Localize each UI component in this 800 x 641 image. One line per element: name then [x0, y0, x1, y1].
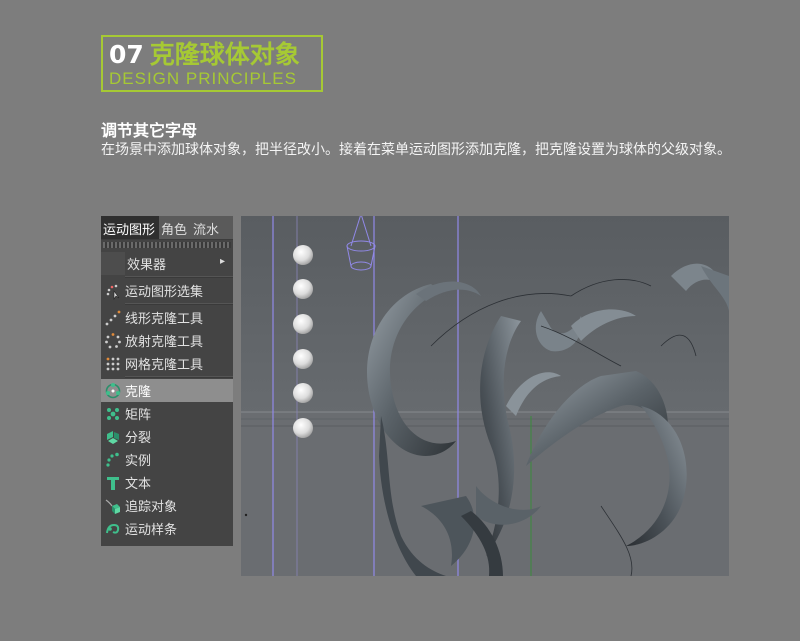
menu-item-label: 放射克隆工具: [125, 335, 204, 350]
text-icon: [101, 471, 125, 494]
menu-item-effectors[interactable]: 效果器 ▸: [101, 252, 233, 275]
menu-item-label: 追踪对象: [125, 500, 178, 515]
menu-item-mospline[interactable]: 运动样条: [101, 517, 233, 540]
menu-item-cloner[interactable]: 克隆: [101, 379, 233, 402]
radial-clone-icon: [101, 329, 125, 352]
menu-item-label: 运动图形选集: [125, 285, 204, 300]
3d-viewport[interactable]: [241, 216, 729, 576]
tracer-icon: [101, 494, 125, 517]
menu-separator: [125, 376, 233, 378]
mograph-selection-icon: [101, 279, 125, 302]
menu-pipeline[interactable]: 流水: [191, 216, 223, 239]
menu-character[interactable]: 角色: [159, 216, 191, 239]
cloner-icon: [101, 379, 125, 402]
menubar: 运动图形 角色 流水: [101, 216, 233, 240]
menu-item-tracer[interactable]: 追踪对象: [101, 494, 233, 517]
menu-item-label: 矩阵: [125, 408, 152, 423]
linear-clone-icon: [101, 306, 125, 329]
page-title: 07 克隆球体对象: [109, 40, 300, 70]
section-number: 07: [109, 40, 144, 69]
menu-item-label: 实例: [125, 454, 152, 469]
step-description: 在场景中添加球体对象，把半径改小。接着在菜单运动图形添加克隆，把克隆设置为球体的…: [101, 142, 731, 158]
fracture-icon: [101, 425, 125, 448]
section-subtitle: DESIGN PRINCIPLES: [109, 69, 297, 88]
viewport-scene: [241, 216, 729, 576]
grid-clone-icon: [101, 352, 125, 375]
menu-item-linear-clone[interactable]: 线形克隆工具: [101, 306, 233, 329]
menu-mograph[interactable]: 运动图形: [101, 216, 160, 239]
mospline-icon: [101, 517, 125, 540]
menu-item-label: 分裂: [125, 431, 152, 446]
mograph-menu: 运动图形 角色 流水 效果器 ▸ 运动图形选集 线形克隆工具 放射克隆工具 网格…: [101, 216, 233, 546]
menu-tearoff-grip[interactable]: [103, 242, 231, 248]
menu-separator: [125, 276, 233, 278]
instance-icon: [101, 448, 125, 471]
menu-item-label: 线形克隆工具: [125, 312, 204, 327]
menu-separator: [125, 303, 233, 305]
submenu-arrow-icon: ▸: [219, 256, 225, 267]
menu-item-matrix[interactable]: 矩阵: [101, 402, 233, 425]
menu-item-instance[interactable]: 实例: [101, 448, 233, 471]
menu-item-label: 效果器: [127, 258, 167, 273]
menu-item-label: 网格克隆工具: [125, 358, 204, 373]
menu-item-radial-clone[interactable]: 放射克隆工具: [101, 329, 233, 352]
menu-item-label: 克隆: [125, 385, 152, 400]
menu-item-label: 文本: [125, 477, 152, 492]
matrix-icon: [101, 402, 125, 425]
menu-item-mograph-selection[interactable]: 运动图形选集: [101, 279, 233, 302]
menu-item-label: 运动样条: [125, 523, 178, 538]
menu-item-text[interactable]: 文本: [101, 471, 233, 494]
menu-item-grid-clone[interactable]: 网格克隆工具: [101, 352, 233, 375]
section-title: 克隆球体对象: [149, 40, 300, 69]
step-heading: 调节其它字母: [101, 121, 198, 140]
section-title-box: 07 克隆球体对象 DESIGN PRINCIPLES: [101, 35, 323, 92]
menu-item-fracture[interactable]: 分裂: [101, 425, 233, 448]
blank-icon: [101, 252, 125, 275]
